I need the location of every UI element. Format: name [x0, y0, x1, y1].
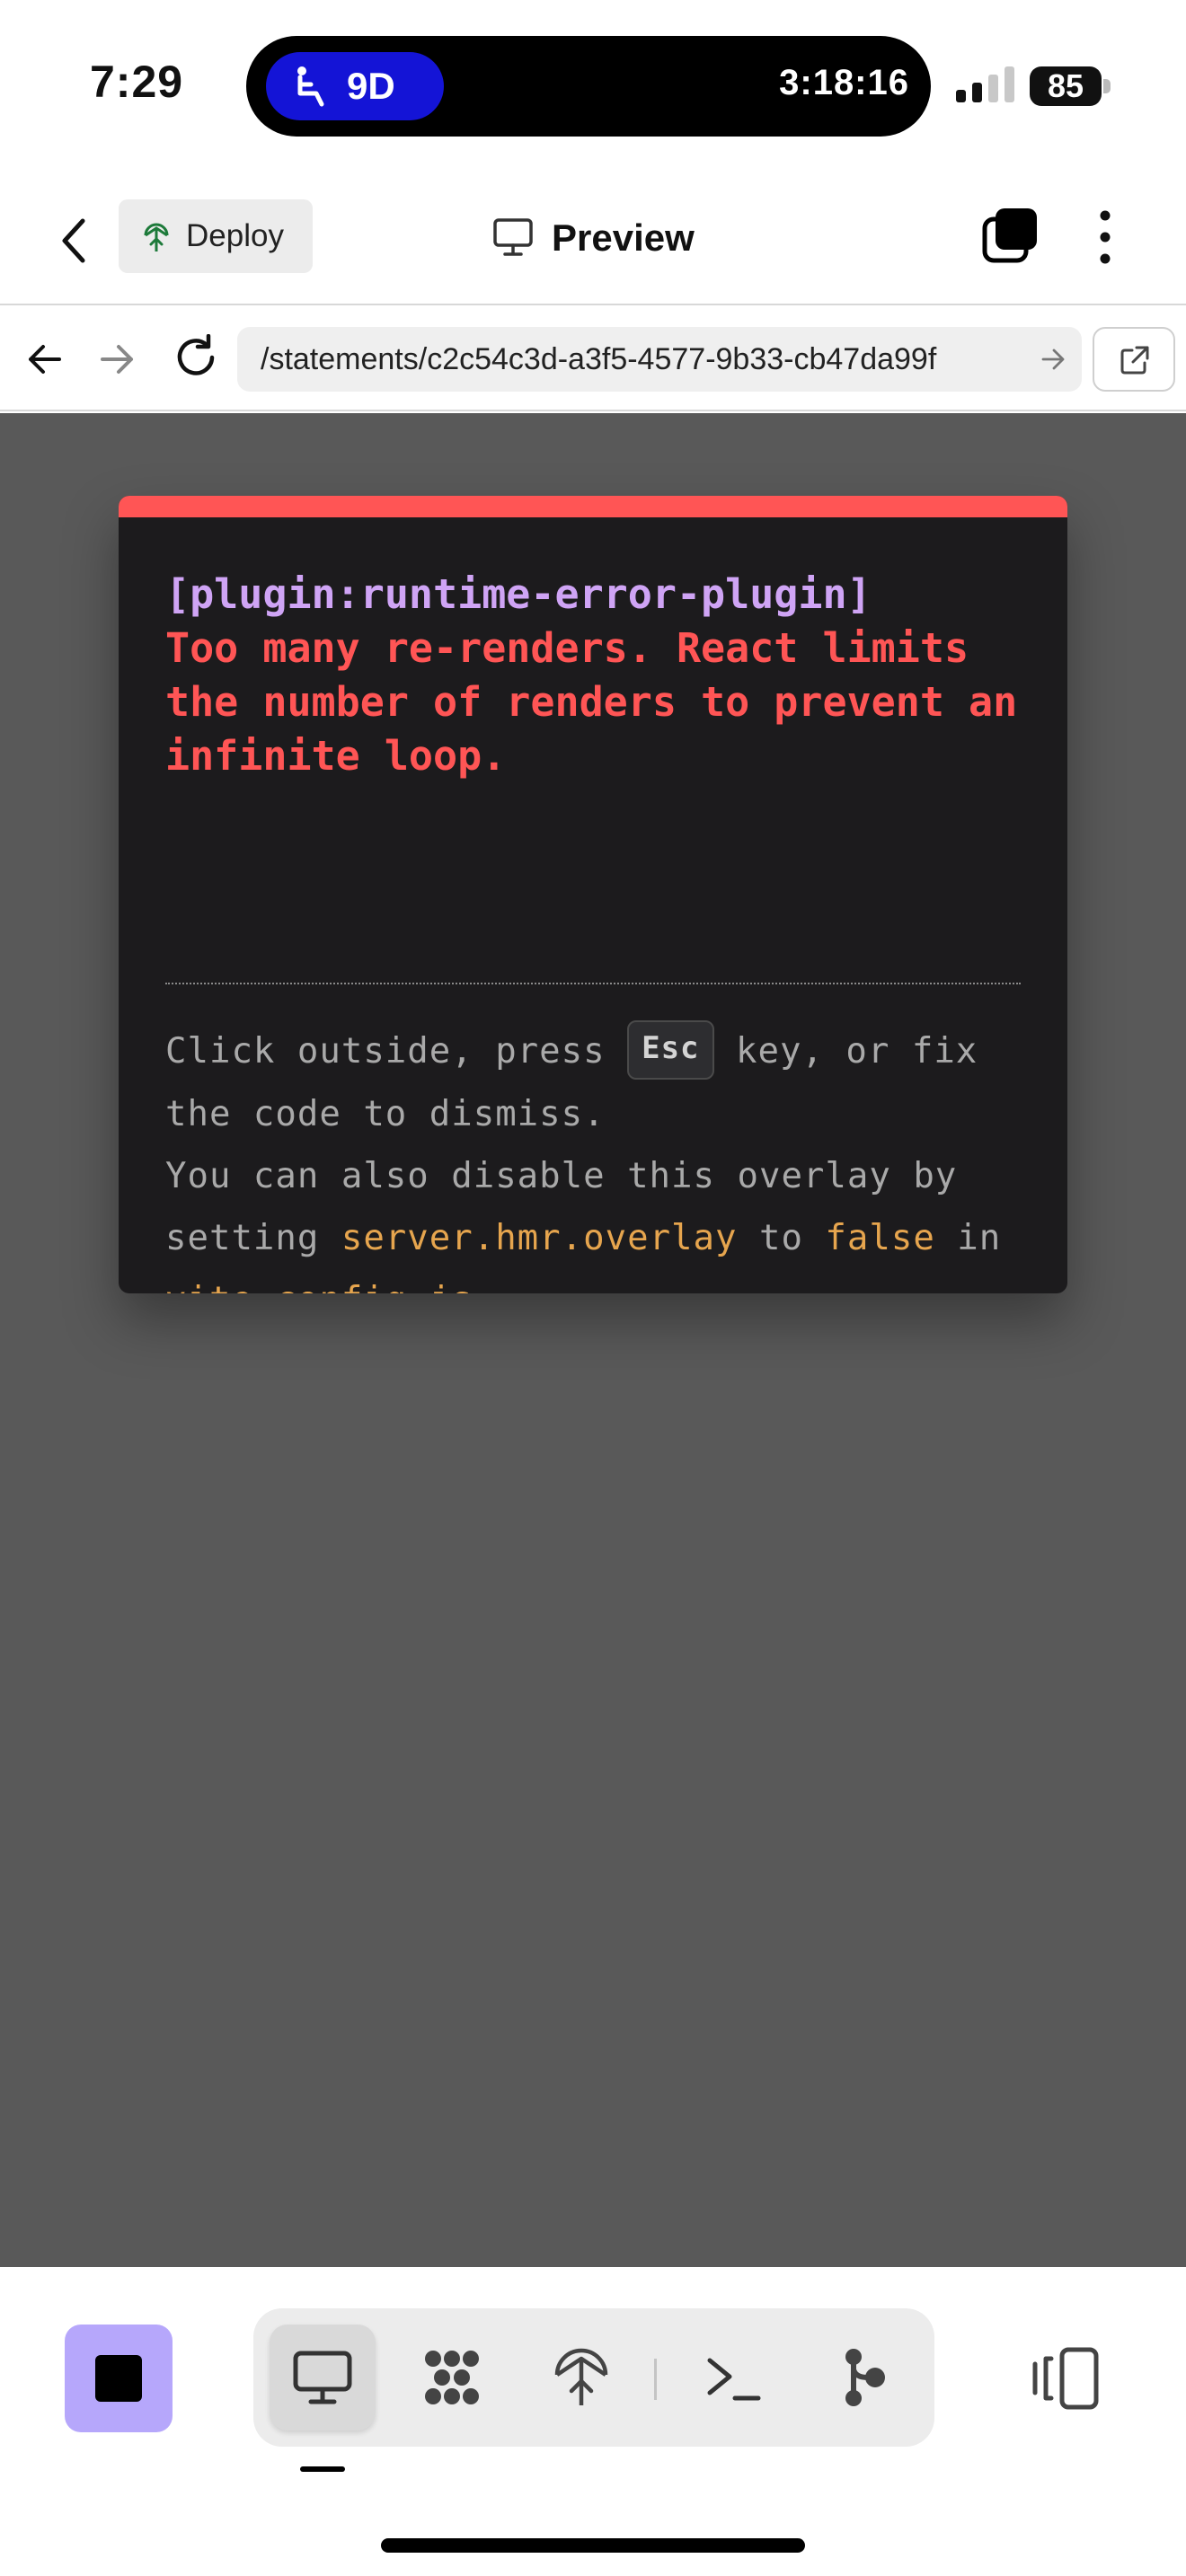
git-icon	[845, 2349, 885, 2406]
code-vite-config: vite.config.js	[165, 1280, 474, 1294]
error-divider	[165, 983, 1021, 984]
url-input[interactable]: /statements/c2c54c3d-a3f5-4577-9b33-cb47…	[237, 327, 1082, 392]
terminal-icon	[707, 2358, 761, 2401]
activity-timer: 3:18:16	[779, 63, 909, 102]
cellular-signal-icon	[956, 66, 1014, 102]
dynamic-island[interactable]: 9D 3:18:16	[246, 36, 931, 137]
reload-icon[interactable]	[173, 334, 219, 381]
deploy-icon	[144, 223, 169, 251]
tool-divider	[654, 2359, 657, 2400]
tool-preview[interactable]	[270, 2325, 376, 2430]
error-tip: Click outside, press Esc key, or fix the…	[165, 1019, 1028, 1294]
tool-deploy[interactable]	[528, 2325, 634, 2430]
deploy-label: Deploy	[186, 218, 284, 253]
open-external-button[interactable]	[1093, 327, 1175, 392]
error-overlay[interactable]: [plugin:runtime-error-plugin] Too many r…	[119, 496, 1067, 1293]
battery-level: 85	[1030, 66, 1102, 106]
error-message: Too many re-renders. React limits the nu…	[165, 624, 1018, 780]
tip-text: .	[474, 1280, 495, 1294]
battery-cap	[1103, 79, 1111, 93]
error-accent-bar	[119, 496, 1067, 517]
arrow-right-icon[interactable]	[97, 340, 137, 379]
active-tab-indicator	[300, 2466, 345, 2472]
code-hmr-overlay: server.hmr.overlay	[341, 1217, 738, 1258]
url-bar: /statements/c2c54c3d-a3f5-4577-9b33-cb47…	[0, 305, 1186, 411]
monitor-icon	[493, 218, 533, 256]
workflow-icon	[425, 2351, 479, 2404]
code-false: false	[825, 1217, 935, 1258]
deploy-icon	[554, 2348, 608, 2405]
seat-badge: 9D	[266, 52, 444, 120]
layout-toggle-icon[interactable]	[1030, 2342, 1102, 2414]
error-plugin: [plugin:runtime-error-plugin]	[165, 570, 872, 618]
esc-key: Esc	[627, 1019, 714, 1080]
seat-icon	[297, 66, 324, 107]
deploy-button[interactable]: Deploy	[119, 199, 313, 273]
monitor-icon	[293, 2351, 352, 2404]
tool-git[interactable]	[810, 2325, 916, 2430]
external-link-icon	[1120, 346, 1149, 375]
status-bar: 7:29 9D 3:18:16 85	[0, 0, 1186, 171]
app-header: Deploy Preview	[0, 180, 1186, 305]
tool-shell[interactable]	[681, 2325, 787, 2430]
arrow-left-icon[interactable]	[25, 340, 65, 379]
battery-indicator: 85	[1030, 66, 1111, 106]
tip-text: in	[934, 1217, 1002, 1258]
go-arrow-icon[interactable]	[1040, 347, 1066, 372]
url-text: /statements/c2c54c3d-a3f5-4577-9b33-cb47…	[261, 342, 937, 376]
tabs-icon[interactable]	[981, 207, 1039, 264]
status-time: 7:29	[90, 57, 184, 107]
page-title: Preview	[552, 216, 695, 259]
stop-button[interactable]	[65, 2325, 173, 2432]
seat-number: 9D	[347, 65, 395, 107]
home-indicator	[381, 2538, 805, 2553]
tip-text: Click outside, press	[165, 1031, 628, 1072]
tool-workflows[interactable]	[399, 2325, 505, 2430]
stop-icon	[95, 2355, 142, 2402]
tool-switcher	[253, 2308, 934, 2447]
more-vertical-icon[interactable]	[1091, 208, 1120, 266]
bottom-toolbar	[0, 2267, 1186, 2576]
preview-viewport[interactable]: [plugin:runtime-error-plugin] Too many r…	[0, 413, 1186, 2267]
tip-text: to	[737, 1217, 826, 1258]
chevron-left-icon[interactable]	[52, 212, 97, 269]
